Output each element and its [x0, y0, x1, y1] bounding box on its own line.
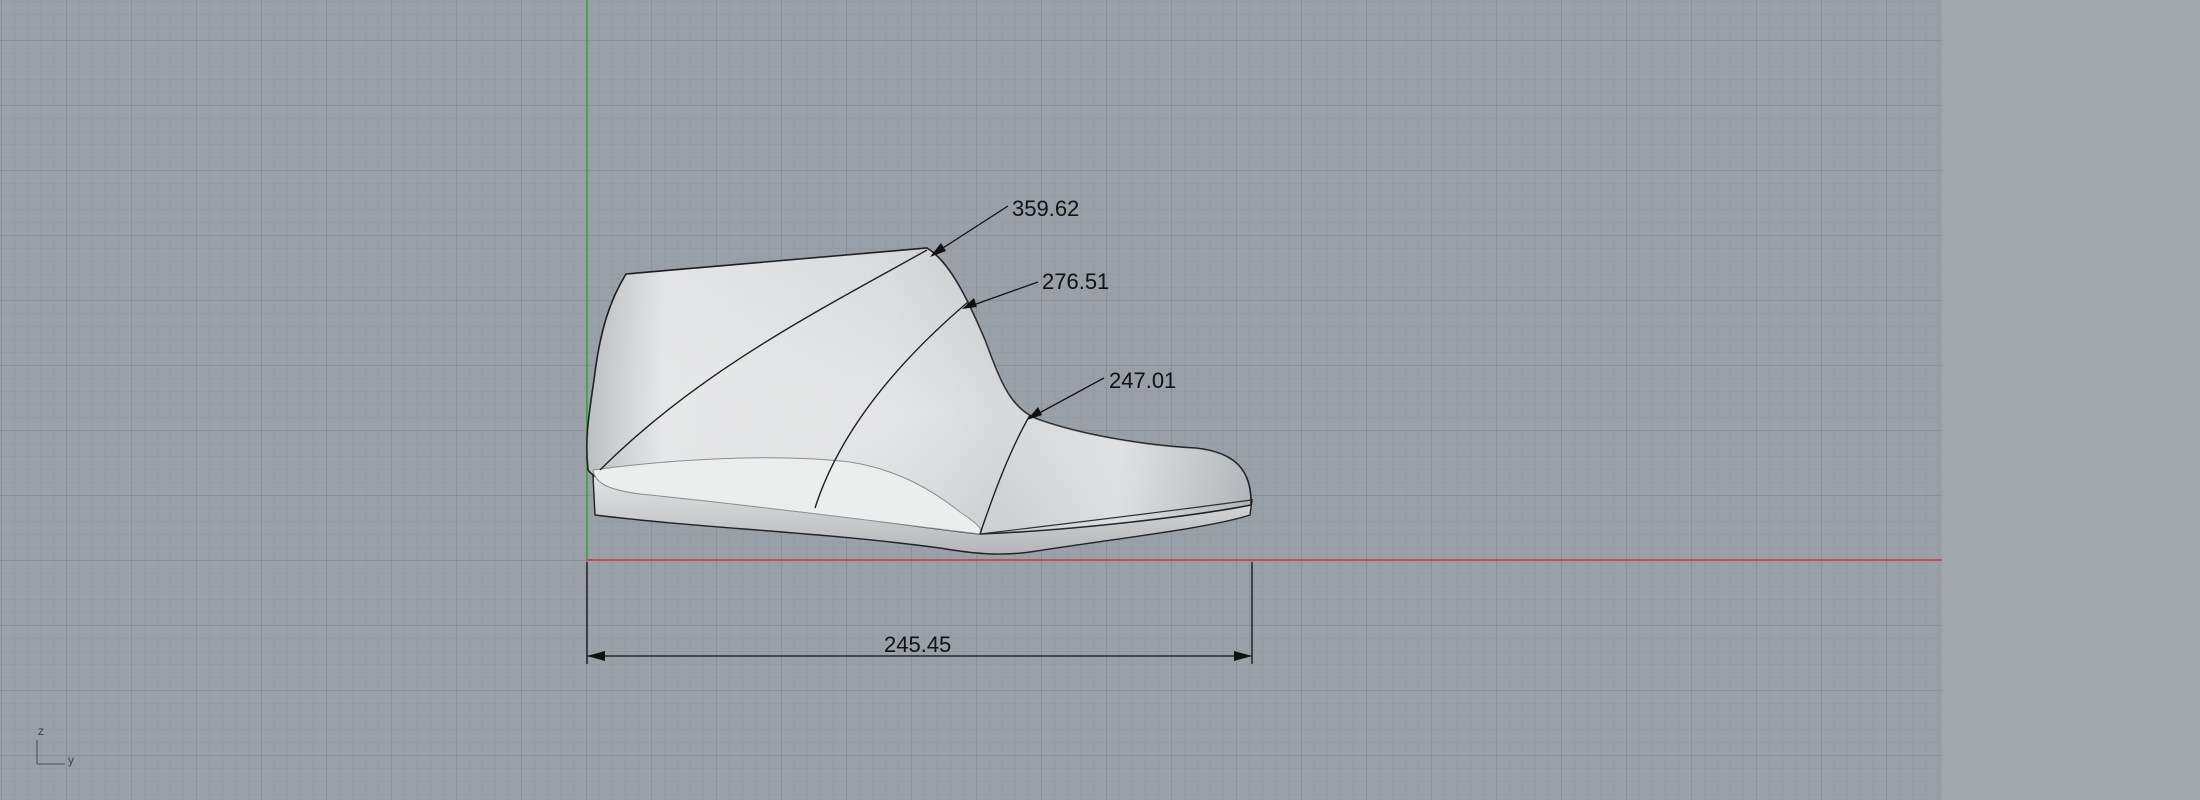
girth-label-middle: 276.51 [1042, 269, 1109, 294]
girth-label-top: 359.62 [1012, 196, 1079, 221]
axis-indicator-y-label: y [68, 753, 74, 767]
length-dimension-label: 245.45 [884, 632, 951, 657]
girth-label-lower: 247.01 [1109, 368, 1176, 393]
axis-indicator-z-label: z [38, 724, 44, 738]
rhino-viewport[interactable]: 245.45 359.62 276.51 247.01 z y [0, 0, 2200, 800]
viewport-canvas[interactable]: 245.45 359.62 276.51 247.01 z y [0, 0, 2200, 800]
